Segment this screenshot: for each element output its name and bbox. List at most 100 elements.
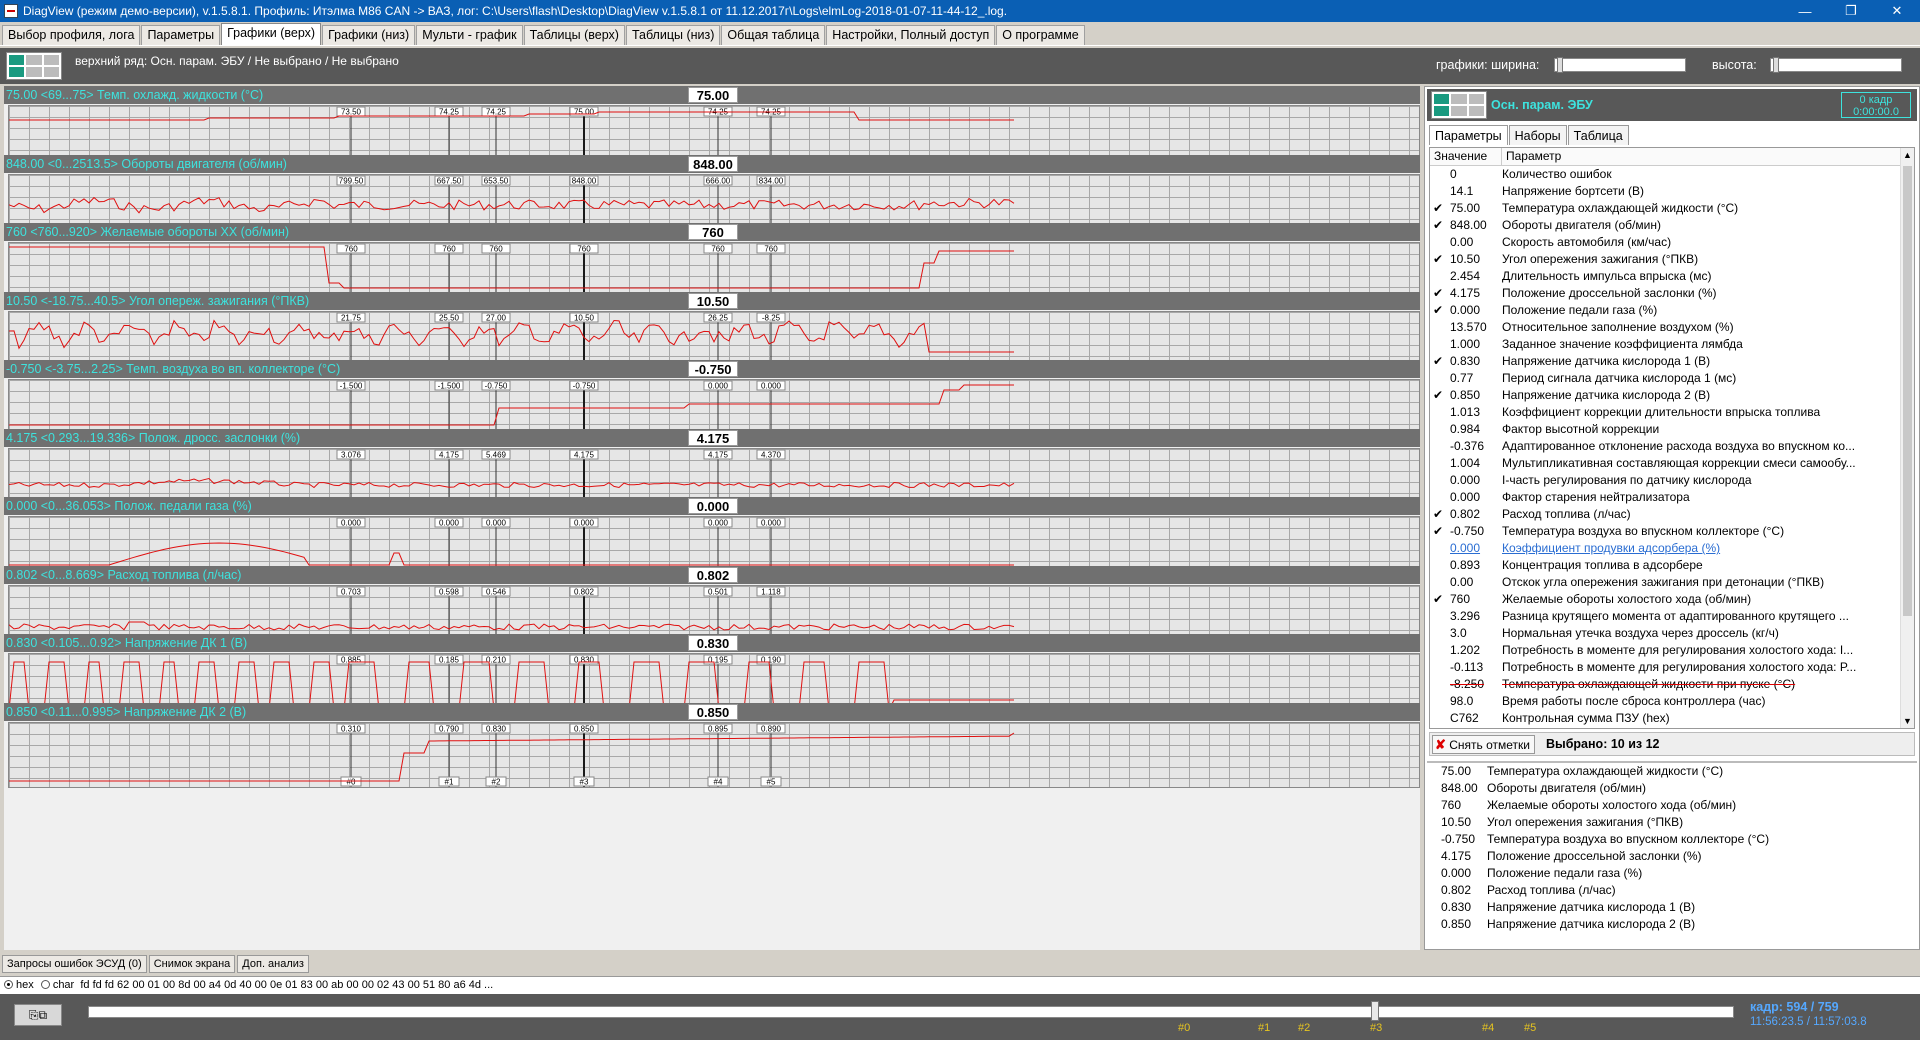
menu-tab[interactable]: Таблицы (низ): [625, 25, 721, 45]
copy-screenshot-icon[interactable]: ⎘⧉: [14, 1004, 62, 1026]
empty-check[interactable]: [1430, 455, 1446, 472]
hex-radio-label[interactable]: hex: [16, 979, 34, 991]
scrollbar[interactable]: ▲ ▼: [1900, 148, 1914, 728]
param-row[interactable]: -8.250 Температура охлаждающей жидкости п…: [1430, 676, 1914, 693]
menu-tab[interactable]: О программе: [996, 25, 1085, 45]
param-row[interactable]: 0.000 Фактор старения нейтрализатора: [1430, 489, 1914, 506]
minimize-button[interactable]: —: [1782, 0, 1828, 22]
hex-radio[interactable]: [4, 980, 13, 989]
param-row[interactable]: ✔ 0.830 Напряжение датчика кислорода 1 (В): [1430, 353, 1914, 370]
selected-row[interactable]: 0.850 Напряжение датчика кислорода 2 (В): [1427, 916, 1917, 933]
param-row[interactable]: ✔ 10.50 Угол опережения зажигания (°ПКВ): [1430, 251, 1914, 268]
check-icon[interactable]: ✔: [1430, 200, 1446, 217]
empty-check[interactable]: [1430, 489, 1446, 506]
param-row[interactable]: ✔ 4.175 Положение дроссельной заслонки (%): [1430, 285, 1914, 302]
check-icon[interactable]: ✔: [1430, 591, 1446, 608]
check-icon[interactable]: ✔: [1430, 251, 1446, 268]
param-row[interactable]: 0 Количество ошибок: [1430, 166, 1914, 183]
frame-track[interactable]: [88, 1006, 1734, 1018]
menu-tab[interactable]: Графики (низ): [322, 25, 416, 45]
param-row[interactable]: 98.0 Время работы после сброса контроллер…: [1430, 693, 1914, 710]
menu-tab[interactable]: Настройки, Полный доступ: [826, 25, 996, 45]
param-row[interactable]: 0.00 Отскок угла опережения зажигания при…: [1430, 574, 1914, 591]
bottom-tab[interactable]: Запросы ошибок ЭСУД (0): [2, 955, 147, 973]
restore-button[interactable]: ❐: [1828, 0, 1874, 22]
group-layout-icon[interactable]: [1431, 91, 1487, 119]
param-row[interactable]: ✔ 0.000 Положение педали газа (%): [1430, 302, 1914, 319]
check-icon[interactable]: ✔: [1430, 285, 1446, 302]
check-icon[interactable]: ✔: [1430, 217, 1446, 234]
col-param-header[interactable]: Параметр: [1502, 148, 1914, 165]
check-icon[interactable]: ✔: [1430, 353, 1446, 370]
bottom-tab[interactable]: Снимок экрана: [148, 955, 236, 973]
empty-check[interactable]: [1430, 540, 1446, 557]
scroll-up-icon[interactable]: ▲: [1903, 150, 1912, 160]
param-row[interactable]: 3.0 Нормальная утечка воздуха через дросс…: [1430, 625, 1914, 642]
menu-tab[interactable]: Мульти - график: [416, 25, 523, 45]
param-row[interactable]: 1.202 Потребность в моменте для регулиров…: [1430, 642, 1914, 659]
param-row[interactable]: 0.77 Период сигнала датчика кислорода 1 (…: [1430, 370, 1914, 387]
param-row[interactable]: 0.000 Коэффициент продувки адсорбера (%): [1430, 540, 1914, 557]
empty-check[interactable]: [1430, 642, 1446, 659]
param-row[interactable]: -0.376 Адаптированное отклонение расхода …: [1430, 438, 1914, 455]
check-icon[interactable]: ✔: [1430, 506, 1446, 523]
empty-check[interactable]: [1430, 421, 1446, 438]
slider-thumb[interactable]: [1557, 57, 1563, 73]
selected-row[interactable]: 0.830 Напряжение датчика кислорода 1 (В): [1427, 899, 1917, 916]
empty-check[interactable]: [1430, 336, 1446, 353]
selected-row[interactable]: 0.802 Расход топлива (л/час): [1427, 882, 1917, 899]
empty-check[interactable]: [1430, 710, 1446, 727]
param-tab[interactable]: Параметры: [1429, 125, 1508, 145]
col-value-header[interactable]: Значение: [1430, 148, 1502, 165]
param-row[interactable]: ✔ 0.850 Напряжение датчика кислорода 2 (В): [1430, 387, 1914, 404]
param-row[interactable]: 14.1 Напряжение бортсети (В): [1430, 183, 1914, 200]
empty-check[interactable]: [1430, 659, 1446, 676]
empty-check[interactable]: [1430, 183, 1446, 200]
char-radio-label[interactable]: char: [53, 979, 74, 991]
param-row[interactable]: 0.00 Скорость автомобиля (км/час): [1430, 234, 1914, 251]
param-row[interactable]: 0.893 Концентрация топлива в адсорбере: [1430, 557, 1914, 574]
empty-check[interactable]: [1430, 370, 1446, 387]
menu-tab[interactable]: Таблицы (верх): [523, 25, 625, 45]
param-row[interactable]: 13.570 Относительное заполнение воздухом …: [1430, 319, 1914, 336]
bottom-tab[interactable]: Доп. анализ: [237, 955, 309, 973]
selected-row[interactable]: 0.000 Положение педали газа (%): [1427, 865, 1917, 882]
param-row[interactable]: 3.296 Разница крутящего момента от адапти…: [1430, 608, 1914, 625]
close-button[interactable]: ✕: [1874, 0, 1920, 22]
param-row[interactable]: ✔ 848.00 Обороты двигателя (об/мин): [1430, 217, 1914, 234]
check-icon[interactable]: ✔: [1430, 302, 1446, 319]
param-tab[interactable]: Таблица: [1567, 125, 1629, 145]
selected-row[interactable]: 848.00 Обороты двигателя (об/мин): [1427, 780, 1917, 797]
empty-check[interactable]: [1430, 574, 1446, 591]
selected-row[interactable]: 10.50 Угол опережения зажигания (°ПКВ): [1427, 814, 1917, 831]
param-row[interactable]: ✔ 0.802 Расход топлива (л/час): [1430, 506, 1914, 523]
clear-marks-button[interactable]: ✘ Снять отметки: [1432, 735, 1536, 754]
param-row[interactable]: -0.113 Потребность в моменте для регулиро…: [1430, 659, 1914, 676]
empty-check[interactable]: [1430, 608, 1446, 625]
empty-check[interactable]: [1430, 268, 1446, 285]
empty-check[interactable]: [1430, 404, 1446, 421]
char-radio[interactable]: [40, 980, 50, 989]
menu-tab[interactable]: Общая таблица: [721, 25, 826, 45]
empty-check[interactable]: [1430, 676, 1446, 693]
param-row[interactable]: 1.004 Мультипликативная составляющая корр…: [1430, 455, 1914, 472]
graph-height-slider[interactable]: [1770, 57, 1902, 73]
empty-check[interactable]: [1430, 166, 1446, 183]
selected-row[interactable]: 760 Желаемые обороты холостого хода (об/м…: [1427, 797, 1917, 814]
param-row[interactable]: ✔ 75.00 Температура охлаждающей жидкости (…: [1430, 200, 1914, 217]
param-row[interactable]: 1.000 Заданное значение коэффициента лямб…: [1430, 336, 1914, 353]
selected-row[interactable]: -0.750 Температура воздуха во впускном ко…: [1427, 831, 1917, 848]
menu-tab[interactable]: Графики (верх): [221, 23, 322, 45]
param-row[interactable]: ✔ -0.750 Температура воздуха во впускном к…: [1430, 523, 1914, 540]
empty-check[interactable]: [1430, 319, 1446, 336]
param-row[interactable]: C762 Контрольная сумма ПЗУ (hex): [1430, 710, 1914, 727]
menu-tab[interactable]: Параметры: [141, 25, 221, 45]
empty-check[interactable]: [1430, 625, 1446, 642]
param-row[interactable]: 1.013 Коэффициент коррекции длительности …: [1430, 404, 1914, 421]
param-row[interactable]: ✔ 760 Желаемые обороты холостого хода (об/…: [1430, 591, 1914, 608]
selected-row[interactable]: 75.00 Температура охлаждающей жидкости (°…: [1427, 763, 1917, 780]
empty-check[interactable]: [1430, 693, 1446, 710]
param-row[interactable]: 0.984 Фактор высотной коррекции: [1430, 421, 1914, 438]
check-icon[interactable]: ✔: [1430, 523, 1446, 540]
empty-check[interactable]: [1430, 234, 1446, 251]
